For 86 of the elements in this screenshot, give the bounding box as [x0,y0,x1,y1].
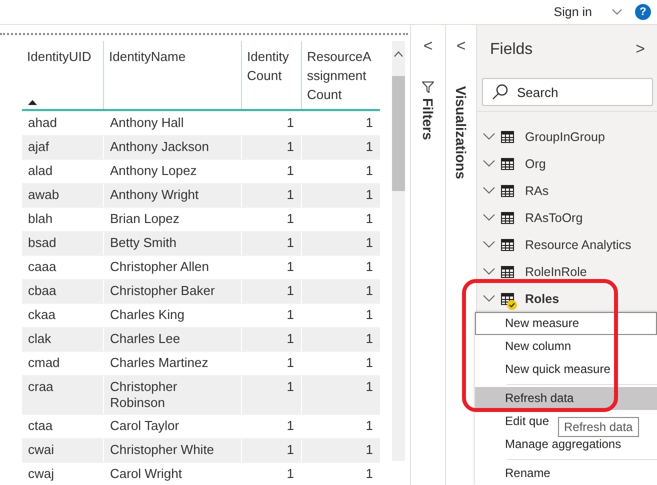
field-table-item[interactable]: RAsToOrg [477,204,657,231]
sort-arrow-icon [28,100,37,105]
field-table-item[interactable]: Resource Analytics [477,231,657,258]
table-cell: Christopher Baker [104,280,242,303]
table-cell-text: 1 [364,162,374,180]
table-cell-text: 1 [364,114,374,132]
table-cell: Betty Smith [104,232,242,255]
menu-item[interactable]: Edit que [475,410,552,433]
table-cell: 1 [242,136,302,159]
table-cell: ajaf [22,136,104,159]
expand-button[interactable]: > [636,41,645,59]
table-cell-text: 1 [364,330,374,348]
table-cell-text: 1 [364,306,374,324]
collapse-visualizations-button[interactable]: < [456,38,466,56]
table-cell: 1 [242,280,302,303]
chevron-down-icon[interactable] [483,295,495,302]
table-cell: Anthony Jackson [104,136,242,159]
menu-item[interactable]: Rename [475,462,552,485]
field-table-item[interactable]: RAs [477,177,657,204]
menu-item[interactable]: New column [475,335,574,358]
table-cell: 1 [242,439,302,462]
sign-in-link[interactable]: Sign in [554,5,592,19]
search-icon [492,84,508,100]
chevron-down-icon[interactable] [483,214,495,221]
chevron-down-icon[interactable] [483,160,495,167]
table-cell-text: 1 [364,258,374,276]
table-cell-text: 1 [364,417,374,435]
search-field[interactable]: Search [482,78,653,106]
field-table-item[interactable]: Org [477,150,657,177]
column-header[interactable]: IdentityName [104,41,242,109]
column-header[interactable]: Identity Count [242,41,302,109]
table-cell: Charles Lee [104,328,242,351]
table-cell: 1 [242,232,302,255]
table-cell: cwai [22,439,104,462]
table-icon [501,130,514,142]
menu-item[interactable]: New measure [475,312,657,335]
column-header[interactable]: IdentityUID [22,41,104,109]
table-icon [501,266,514,278]
table-cell-text: 1 [364,354,374,372]
table-cell-text: 1 [364,186,374,204]
table-cell: cwaj [22,463,104,485]
fields-pane-title: Fields [490,41,533,59]
table-cell: Carol Wright [104,463,242,485]
table-cell: 1 [242,376,302,414]
table-cell-text: 1 [364,138,374,156]
table-cell-text: 1 [364,378,374,396]
filters-pane-title[interactable]: Filters [420,98,436,140]
scrollbar[interactable] [392,41,405,461]
table-cell: 1 [242,463,302,485]
table-cell: craa [22,376,104,414]
table-icon [501,158,514,170]
table-cell: Anthony Wright [104,184,242,207]
table-cell: 1 [242,328,302,351]
chevron-down-icon[interactable] [483,187,495,194]
table-cell-text: 1 [364,234,374,252]
table-cell: 1 [242,184,302,207]
table-icon [501,184,514,196]
table-icon [501,212,514,224]
table-cell: cbaa [22,280,104,303]
filter-icon [422,81,434,93]
menu-item[interactable]: Refresh data [475,387,657,410]
table-icon [501,238,514,250]
table-cell-text: 1 [364,441,374,459]
chevron-down-icon[interactable] [483,241,495,248]
field-table-item[interactable]: RoleInRole [477,258,657,285]
table-cell: Christopher White [104,439,242,462]
table-cell-text: 1 [364,465,374,483]
field-table-item[interactable]: GroupInGroup [477,123,657,150]
table-cell-text: 1 [364,282,374,300]
chevron-down-icon[interactable] [612,9,622,15]
chevron-down-icon[interactable] [483,133,495,140]
field-table-item[interactable]: Roles [477,285,657,312]
menu-item[interactable]: New quick measure [475,358,612,381]
table-cell: bsad [22,232,104,255]
visualizations-pane-title[interactable]: Visualizations [453,86,469,180]
chevron-down-icon[interactable] [483,268,495,275]
tooltip: Refresh data [558,417,639,437]
table-cell: awab [22,184,104,207]
collapse-filters-button[interactable]: < [423,38,433,56]
column-header[interactable]: ResourceAssignment Count [302,41,380,109]
scroll-up-icon[interactable] [394,51,403,57]
table-icon [501,292,514,304]
help-button[interactable]: ? [635,4,651,20]
table-cell: Christopher Robinson [104,376,242,414]
table-cell: clak [22,328,104,351]
table-cell-text: 1 [364,210,374,228]
